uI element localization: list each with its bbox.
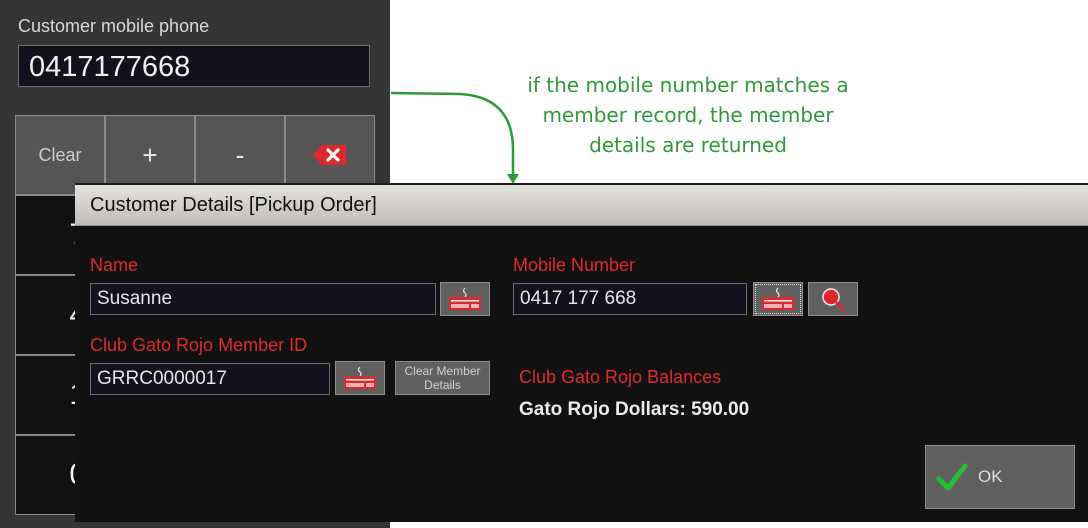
ok-label: OK (978, 467, 1003, 486)
mobile-keyboard-button[interactable] (753, 282, 803, 316)
gato-rojo-dollars-balance: Gato Rojo Dollars: 590.00 (519, 399, 750, 420)
mobile-input[interactable]: 0417 177 668 (513, 283, 747, 315)
member-id-keyboard-button[interactable] (335, 361, 385, 395)
annotation-text: if the mobile number matches a member re… (527, 73, 849, 157)
member-search-button[interactable] (808, 282, 858, 316)
clear-member-details-button[interactable]: Clear Member Details (395, 361, 490, 395)
name-input[interactable]: Susanne (90, 283, 436, 315)
balances-label: Club Gato Rojo Balances (519, 367, 722, 387)
name-keyboard-button[interactable] (440, 282, 490, 316)
ok-button[interactable]: OK (925, 445, 1075, 509)
checkmark-icon (936, 463, 968, 491)
keyboard-icon (762, 287, 794, 310)
dialog-title: Customer Details [Pickup Order] (75, 185, 1088, 226)
member-id-label: Club Gato Rojo Member ID (90, 335, 308, 355)
name-label: Name (90, 255, 139, 275)
keyboard-icon (449, 287, 481, 310)
search-icon (822, 288, 845, 311)
keyboard-icon (344, 366, 376, 389)
mobile-label: Mobile Number (513, 255, 636, 275)
member-id-input[interactable]: GRRC0000017 (90, 363, 330, 395)
customer-details-dialog: Customer Details [Pickup Order] Name Sus… (75, 183, 1088, 522)
